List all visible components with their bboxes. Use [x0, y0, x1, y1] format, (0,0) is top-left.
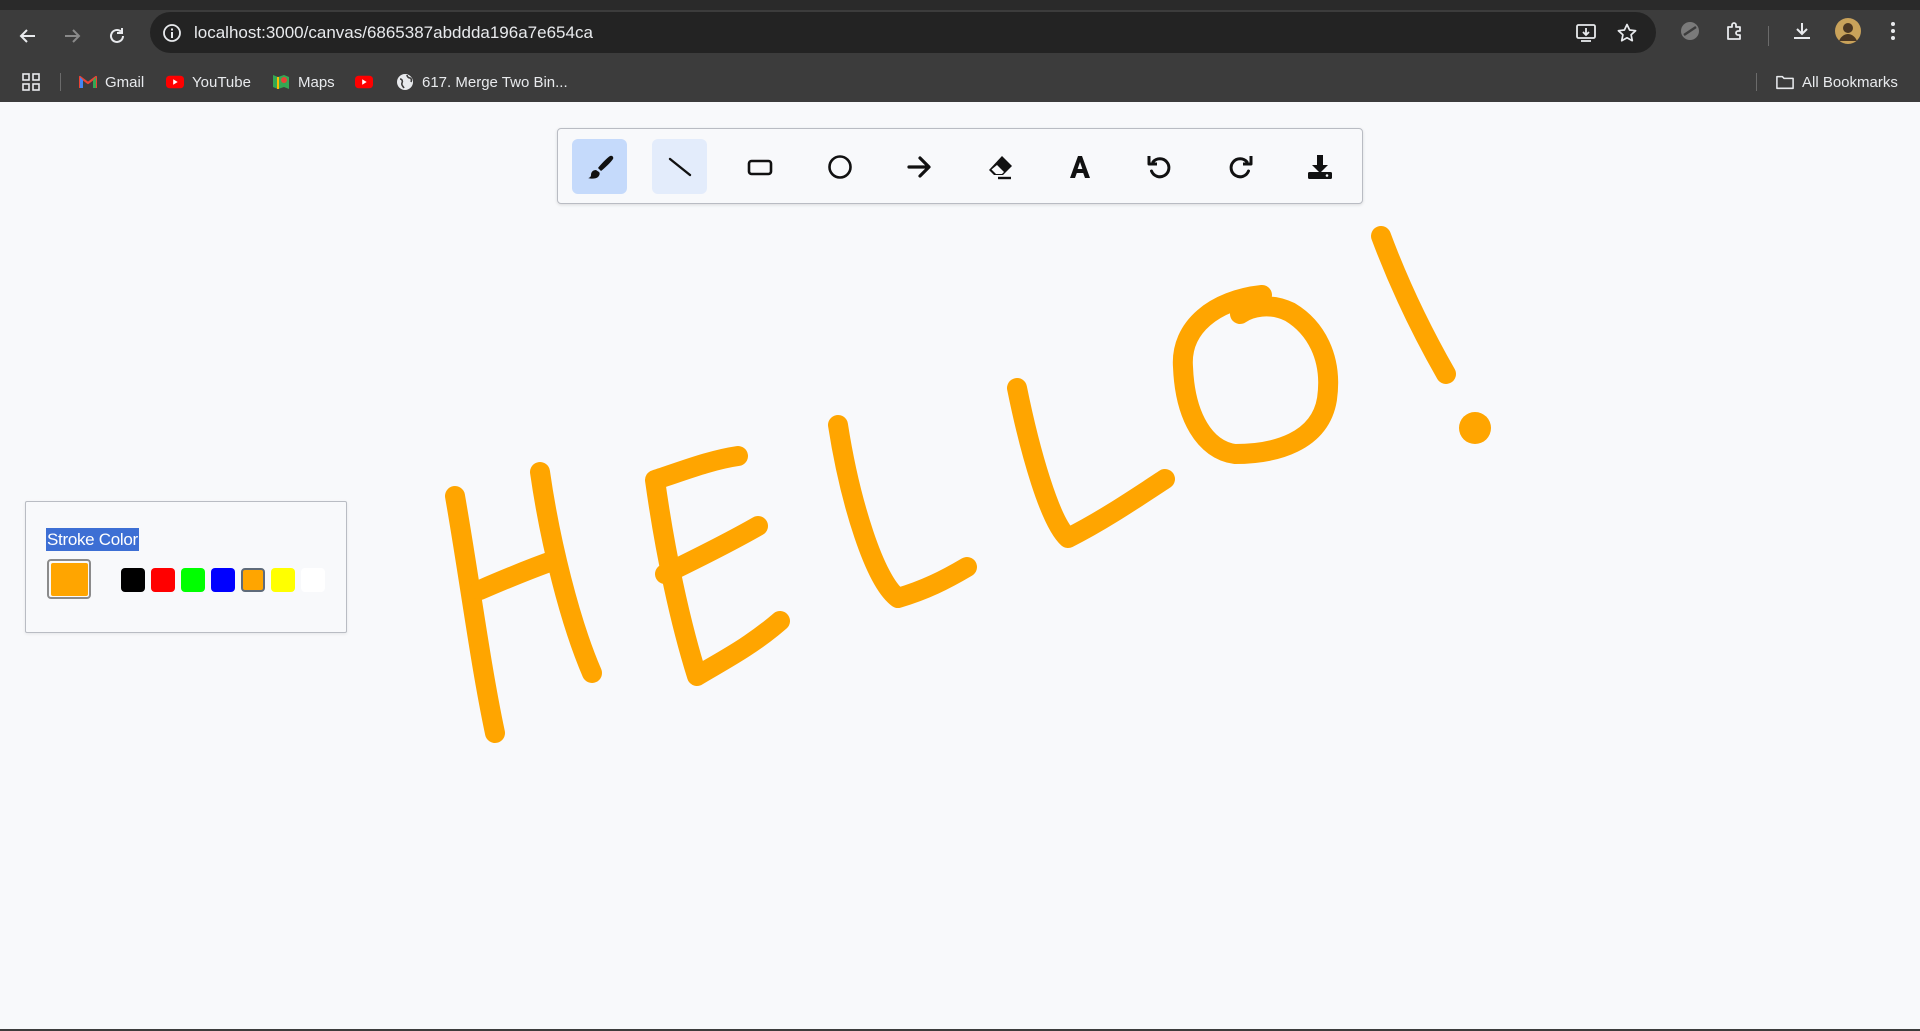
redo-icon — [1229, 155, 1252, 178]
reload-button[interactable] — [101, 20, 133, 52]
circle-tool-button[interactable] — [812, 139, 867, 194]
bookmark-label: 617. Merge Two Bin... — [422, 73, 568, 91]
download-icon — [1307, 154, 1332, 179]
install-app-icon[interactable] — [1574, 21, 1598, 45]
bookmark-label: YouTube — [192, 73, 251, 91]
redo-button[interactable] — [1212, 139, 1267, 194]
hello-exclamation-stem — [1371, 226, 1456, 384]
text-tool-button[interactable] — [1052, 139, 1107, 194]
hello-letter-h-bar — [470, 550, 565, 600]
swatch-orange[interactable] — [241, 568, 265, 592]
tool-palette — [557, 128, 1363, 204]
all-bookmarks-button[interactable]: All Bookmarks — [1776, 71, 1898, 93]
extensions-puzzle-icon[interactable] — [1720, 16, 1750, 46]
apps-grid-icon — [22, 73, 40, 91]
arrow-right-icon — [906, 155, 931, 178]
swatch-black[interactable] — [121, 568, 145, 592]
bookmarks-separator — [60, 73, 61, 91]
drawing-canvas-area[interactable]: Stroke Color — [0, 102, 1920, 1031]
youtube-icon — [166, 73, 184, 91]
forward-arrow-icon — [65, 29, 81, 43]
youtube-icon — [355, 73, 373, 91]
bookmarks-separator — [1756, 73, 1757, 91]
pencil-tool-button[interactable] — [572, 139, 627, 194]
eraser-icon — [988, 155, 1012, 179]
profile-avatar[interactable] — [1833, 16, 1863, 46]
bookmark-youtube[interactable]: YouTube — [166, 71, 251, 93]
circle-icon — [827, 154, 852, 179]
rectangle-icon — [747, 159, 772, 175]
undo-icon — [1147, 155, 1170, 178]
hello-letter-e-mid — [655, 516, 768, 584]
url-text: localhost:3000/canvas/6865387abddda196a7… — [194, 22, 593, 42]
browser-toolbar: localhost:3000/canvas/6865387abddda196a7… — [0, 10, 1920, 62]
back-arrow-icon — [19, 29, 35, 43]
current-color-swatch — [50, 562, 88, 596]
hello-exclamation-dot — [1459, 412, 1491, 444]
downloads-icon[interactable] — [1787, 16, 1817, 46]
hello-letter-l-1 — [828, 415, 977, 608]
eraser-tool-button[interactable] — [972, 139, 1027, 194]
all-bookmarks-label: All Bookmarks — [1802, 73, 1898, 91]
bookmark-maps[interactable]: Maps — [272, 71, 335, 93]
browser-chrome: localhost:3000/canvas/6865387abddda196a7… — [0, 0, 1920, 102]
browser-menu-icon[interactable] — [1878, 16, 1908, 46]
bookmark-label: Gmail — [105, 73, 145, 91]
brush-icon — [587, 155, 613, 179]
line-icon — [668, 157, 691, 176]
hello-letter-l-2 — [1007, 378, 1175, 548]
rectangle-tool-button[interactable] — [732, 139, 787, 194]
line-tool-button[interactable] — [652, 139, 707, 194]
back-button[interactable] — [12, 20, 44, 52]
download-button[interactable] — [1292, 139, 1347, 194]
bookmark-label: Maps — [298, 73, 335, 91]
arrow-tool-button[interactable] — [892, 139, 947, 194]
bookmark-star-icon[interactable] — [1615, 21, 1639, 45]
swatch-blue[interactable] — [211, 568, 235, 592]
toolbar-separator — [1768, 26, 1769, 46]
current-color-picker[interactable] — [47, 559, 91, 599]
maps-icon — [272, 73, 290, 91]
stroke-color-panel: Stroke Color — [25, 501, 347, 633]
bookmark-gmail[interactable]: Gmail — [79, 71, 144, 93]
swatch-green[interactable] — [181, 568, 205, 592]
site-info-icon[interactable] — [160, 21, 184, 45]
extension-blocked-icon[interactable] — [1675, 16, 1705, 46]
undo-button[interactable] — [1132, 139, 1187, 194]
hello-letter-o — [1172, 285, 1339, 464]
bookmarks-bar: Gmail YouTube Maps 617. Merge Two Bin... — [0, 62, 1920, 102]
folder-icon — [1776, 73, 1794, 91]
bookmark-leetcode[interactable]: 617. Merge Two Bin... — [396, 71, 568, 93]
stroke-color-label: Stroke Color — [46, 528, 139, 551]
globe-icon — [396, 73, 414, 91]
address-bar[interactable]: localhost:3000/canvas/6865387abddda196a7… — [150, 12, 1656, 53]
text-icon — [1069, 155, 1090, 178]
tab-strip — [0, 0, 1920, 10]
swatch-white[interactable] — [301, 568, 325, 592]
forward-button[interactable] — [56, 20, 88, 52]
swatch-red[interactable] — [151, 568, 175, 592]
swatch-yellow[interactable] — [271, 568, 295, 592]
hello-letter-h-left — [445, 486, 505, 743]
apps-grid-button[interactable] — [22, 71, 40, 93]
bookmark-youtube-2[interactable] — [355, 71, 373, 93]
gmail-icon — [79, 73, 97, 91]
reload-icon — [110, 28, 124, 43]
